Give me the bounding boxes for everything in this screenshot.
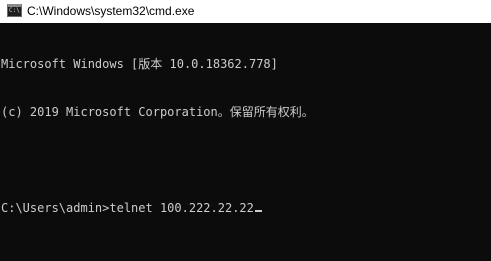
cmd-window: C:\ C:\Windows\system32\cmd.exe Microsof…	[0, 0, 491, 261]
command-prompt-text: C:\Users\admin>telnet 100.222.22.22	[1, 201, 254, 215]
console-line-command[interactable]: C:\Users\admin>telnet 100.222.22.22	[1, 200, 489, 216]
console-output-area[interactable]: Microsoft Windows [版本 10.0.18362.778] (c…	[1, 24, 489, 260]
text-cursor	[254, 210, 262, 212]
title-bar[interactable]: C:\ C:\Windows\system32\cmd.exe	[0, 0, 491, 23]
cmd-console-icon[interactable]: C:\	[7, 4, 22, 17]
window-title: C:\Windows\system32\cmd.exe	[27, 4, 195, 18]
console-line-copyright: (c) 2019 Microsoft Corporation。保留所有权利。	[1, 105, 314, 119]
console-line-version: Microsoft Windows [版本 10.0.18362.778]	[1, 57, 278, 71]
icon-prompt-text: C:\	[9, 7, 20, 14]
